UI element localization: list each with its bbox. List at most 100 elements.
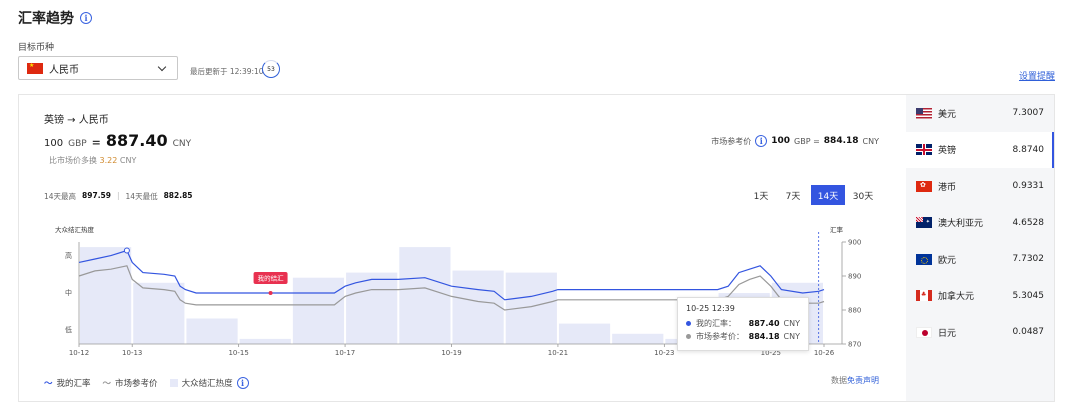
heat-bar xyxy=(558,323,611,344)
currency-rate: 8.8740 xyxy=(1012,144,1045,155)
x-tick-label: 10-19 xyxy=(441,349,461,357)
tooltip-value: 884.18 xyxy=(748,332,780,341)
right-tick-label: 880 xyxy=(848,307,861,315)
market-ref-label: 市场参考价 xyxy=(711,136,752,146)
currency-rate: 7.7302 xyxy=(1012,254,1045,265)
x-tick-label: 10-23 xyxy=(654,349,674,357)
cn-flag-icon xyxy=(27,62,43,74)
hk-flag-icon xyxy=(916,180,932,192)
target-currency-select[interactable]: 人民币 xyxy=(18,56,178,80)
disclaimer: 数据免责声明 xyxy=(831,375,879,386)
currency-rate: 7.3007 xyxy=(1012,108,1045,119)
my-exchange-point xyxy=(268,291,273,295)
rate-equals: = xyxy=(91,136,101,149)
rate-diff-value: 3.22 xyxy=(99,156,118,165)
my-rate-line xyxy=(78,249,825,301)
x-tick-label: 10-13 xyxy=(122,349,142,357)
refresh-countdown[interactable]: 53 xyxy=(262,60,280,78)
currency-item[interactable]: 港币 0.9331 xyxy=(906,168,1054,205)
currency-name: 加拿大元 xyxy=(938,292,975,303)
right-axis-title: 汇率 xyxy=(830,225,844,234)
legend-label: 大众结汇热度 xyxy=(181,379,233,389)
x-tick-label: 10-21 xyxy=(548,349,568,357)
currency-name: 美元 xyxy=(938,109,957,120)
heat-bar xyxy=(399,247,451,344)
last-updated-text: 最后更新于 12:39:10 xyxy=(190,67,264,76)
eu-flag-icon xyxy=(916,253,932,265)
market-reference: 市场参考价 i 100 GBP = 884.18 CNY xyxy=(711,135,879,147)
currency-item[interactable]: 英镑 8.8740 xyxy=(906,131,1054,168)
info-icon[interactable]: i xyxy=(80,12,92,24)
currency-item[interactable]: 加拿大元 5.3045 xyxy=(906,278,1054,315)
market-ref-value: 884.18 xyxy=(823,136,859,146)
page-title: 汇率趋势 i xyxy=(18,8,92,28)
rate-diff-unit: CNY xyxy=(119,156,137,165)
set-alert-link[interactable]: 设置提醒 xyxy=(1019,69,1055,82)
tooltip-dot xyxy=(686,334,691,339)
currency-name: 欧元 xyxy=(938,255,957,266)
chart-legend: 〜我的汇率 〜市场参考价 大众结汇热度 i xyxy=(44,377,249,389)
heat-bar xyxy=(452,270,504,344)
left-axis-title: 大众结汇热度 xyxy=(55,225,95,234)
legend-label: 我的汇率 xyxy=(56,379,91,389)
x-tick-label: 10-26 xyxy=(814,349,835,357)
heat-bar xyxy=(80,247,132,344)
currency-name: 日元 xyxy=(938,328,957,339)
currency-item[interactable]: 日元 0.0487 xyxy=(906,314,1054,351)
currency-item[interactable]: 澳大利亚元 4.6528 xyxy=(906,205,1054,242)
market-ref-text: GBP = xyxy=(794,136,820,146)
currency-rate: 5.3045 xyxy=(1012,290,1045,301)
currency-pair: 英镑 → 人民币 xyxy=(44,115,109,126)
period-30d[interactable]: 30天 xyxy=(849,185,877,205)
legend-heat[interactable]: 大众结汇热度 i xyxy=(169,377,249,389)
line-swatch-icon: 〜 xyxy=(44,379,53,389)
jp-flag-icon xyxy=(916,326,932,338)
ca-flag-icon xyxy=(916,290,932,302)
my-exchange-label: 我的结汇 xyxy=(258,274,285,283)
currency-name: 澳大利亚元 xyxy=(938,219,984,230)
heat-bar xyxy=(292,277,345,344)
currency-item[interactable]: 美元 7.3007 xyxy=(906,95,1054,132)
us-flag-icon xyxy=(916,107,932,119)
period-7d[interactable]: 7天 xyxy=(779,185,807,205)
right-tick-label: 870 xyxy=(848,341,861,349)
left-tick-label: 低 xyxy=(65,325,72,334)
page-title-text: 汇率趋势 xyxy=(18,11,74,27)
high-point-marker xyxy=(123,247,130,254)
currency-sidebar: 美元 7.3007 英镑 8.8740 港币 0.9331 澳大利亚元 4.6528 欧元 7.7… xyxy=(906,95,1054,401)
disclaimer-link[interactable]: 免责声明 xyxy=(847,376,879,385)
right-tick-label: 900 xyxy=(848,239,861,247)
tooltip-date: 10-25 12:39 xyxy=(686,304,735,313)
tooltip-unit: CNY xyxy=(783,332,800,341)
chart-tooltip: 10-25 12:39 我的汇率： 887.40 CNY 市场参考价： 884.… xyxy=(677,297,809,351)
market-ref-code: CNY xyxy=(862,136,879,146)
heat-info-icon[interactable]: i xyxy=(236,377,249,389)
rate-from-code: GBP xyxy=(68,139,87,149)
period-1d[interactable]: 1天 xyxy=(747,185,775,205)
currency-item[interactable]: 欧元 7.7302 xyxy=(906,241,1054,278)
right-tick-label: 890 xyxy=(848,273,861,281)
legend-label: 市场参考价 xyxy=(115,379,158,389)
left-tick-label: 中 xyxy=(65,288,72,297)
rate-amount: 100 xyxy=(44,138,64,149)
low-value: 882.85 xyxy=(163,191,193,200)
rate-card: 英镑 → 人民币 100 GBP = 887.40 CNY 比市场价多换 3.2… xyxy=(18,94,1055,402)
heat-bar xyxy=(239,338,291,344)
legend-market[interactable]: 〜市场参考价 xyxy=(103,377,158,389)
high-value: 897.59 xyxy=(82,191,111,200)
tooltip-row-market: 市场参考价： 884.18 CNY xyxy=(686,331,800,342)
disclaimer-prefix: 数据 xyxy=(831,376,847,385)
tooltip-row-my-rate: 我的汇率： 887.40 CNY xyxy=(686,318,800,329)
legend-my-rate[interactable]: 〜我的汇率 xyxy=(44,377,91,389)
currency-rate: 4.6528 xyxy=(1012,217,1045,228)
period-14d[interactable]: 14天 xyxy=(811,185,845,205)
left-tick-label: 高 xyxy=(65,251,72,260)
currency-rate: 0.0487 xyxy=(1012,327,1045,338)
chevron-down-icon xyxy=(157,62,167,72)
currency-name: 港币 xyxy=(938,182,957,193)
tooltip-name: 市场参考价： xyxy=(696,332,744,341)
gb-flag-icon xyxy=(916,144,932,156)
market-info-icon[interactable]: i xyxy=(755,135,768,147)
heat-bar xyxy=(133,282,185,344)
tooltip-unit: CNY xyxy=(783,319,800,328)
